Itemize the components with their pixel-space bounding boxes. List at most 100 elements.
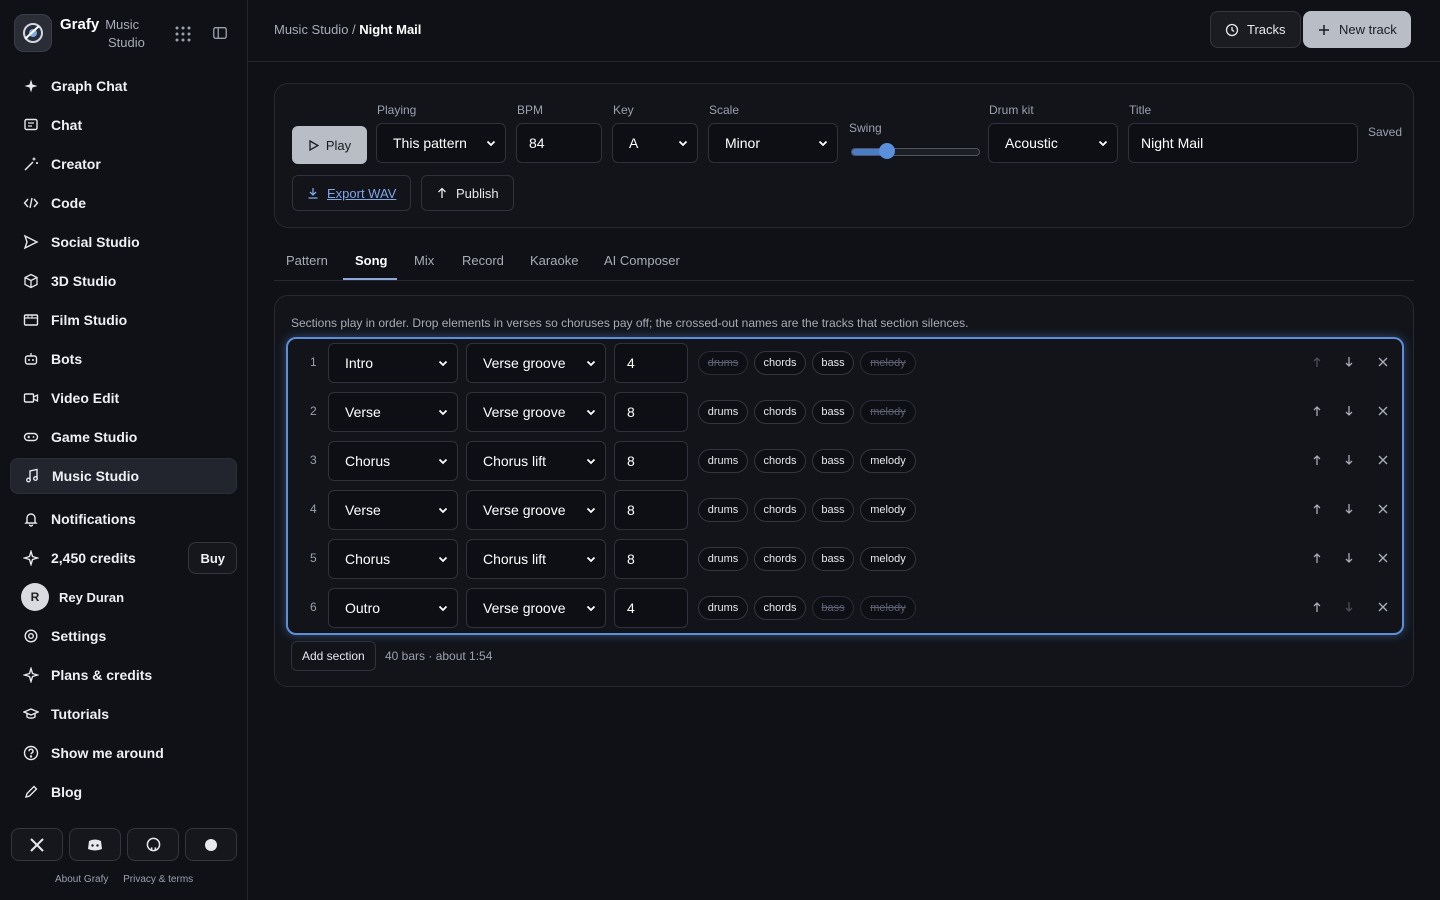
- section-type-select[interactable]: Chorus: [328, 539, 458, 579]
- track-toggle-drums[interactable]: drums: [698, 596, 748, 620]
- community-social-button[interactable]: [185, 828, 237, 861]
- sidebar-item-credits[interactable]: 2,450 credits Buy: [10, 540, 237, 576]
- key-select[interactable]: A: [612, 123, 698, 163]
- add-section-button[interactable]: Add section: [291, 641, 376, 671]
- track-toggle-melody[interactable]: melody: [860, 449, 916, 473]
- section-bars-input[interactable]: 4: [614, 343, 688, 383]
- track-toggle-bass[interactable]: bass: [812, 547, 854, 571]
- x-social-button[interactable]: [11, 828, 63, 861]
- section-type-select[interactable]: Intro: [328, 343, 458, 383]
- sidebar-item-video-edit[interactable]: Video Edit: [10, 380, 237, 416]
- breadcrumb-parent[interactable]: Music Studio: [274, 22, 348, 37]
- track-toggle-bass[interactable]: bass: [812, 596, 854, 620]
- drumkit-select[interactable]: Acoustic: [988, 123, 1118, 163]
- track-toggle-chords[interactable]: chords: [754, 400, 806, 424]
- move-down-icon[interactable]: [1342, 502, 1356, 516]
- track-toggle-bass[interactable]: bass: [812, 351, 854, 375]
- sidebar-item-chat[interactable]: Chat: [10, 107, 237, 143]
- tab-pattern[interactable]: Pattern: [286, 253, 328, 268]
- privacy-link[interactable]: Privacy & terms: [123, 874, 193, 885]
- sidebar-item-tour[interactable]: Show me around: [10, 735, 237, 771]
- section-bars-input[interactable]: 8: [614, 392, 688, 432]
- about-link[interactable]: About Grafy: [55, 874, 108, 885]
- new-track-button[interactable]: New track: [1303, 11, 1411, 48]
- tab-ai-composer[interactable]: AI Composer: [604, 253, 680, 268]
- tracks-button[interactable]: Tracks: [1210, 11, 1301, 48]
- remove-section-icon[interactable]: [1376, 355, 1390, 369]
- sidebar-item-graph-chat[interactable]: Graph Chat: [10, 68, 237, 104]
- sidebar-item-game-studio[interactable]: Game Studio: [10, 419, 237, 455]
- sidebar-item-plans[interactable]: Plans & credits: [10, 657, 237, 693]
- track-toggle-chords[interactable]: chords: [754, 351, 806, 375]
- remove-section-icon[interactable]: [1376, 551, 1390, 565]
- move-down-icon[interactable]: [1342, 600, 1356, 614]
- discord-social-button[interactable]: [69, 828, 121, 861]
- track-toggle-melody[interactable]: melody: [860, 498, 916, 522]
- section-pattern-select[interactable]: Verse groove: [466, 343, 606, 383]
- swing-slider-track[interactable]: [851, 148, 980, 156]
- track-toggle-bass[interactable]: bass: [812, 498, 854, 522]
- track-toggle-chords[interactable]: chords: [754, 498, 806, 522]
- sidebar-item-blog[interactable]: Blog: [10, 774, 237, 810]
- tab-song[interactable]: Song: [355, 253, 388, 268]
- track-toggle-bass[interactable]: bass: [812, 449, 854, 473]
- move-up-icon[interactable]: [1310, 600, 1324, 614]
- section-pattern-select[interactable]: Verse groove: [466, 392, 606, 432]
- remove-section-icon[interactable]: [1376, 404, 1390, 418]
- scale-select[interactable]: Minor: [708, 123, 838, 163]
- publish-button[interactable]: Publish: [421, 175, 514, 211]
- track-toggle-chords[interactable]: chords: [754, 449, 806, 473]
- move-up-icon[interactable]: [1310, 453, 1324, 467]
- section-type-select[interactable]: Outro: [328, 588, 458, 628]
- track-toggle-melody[interactable]: melody: [860, 596, 916, 620]
- move-down-icon[interactable]: [1342, 551, 1356, 565]
- github-social-button[interactable]: [127, 828, 179, 861]
- move-up-icon[interactable]: [1310, 404, 1324, 418]
- sidebar-toggle-icon[interactable]: [212, 25, 230, 43]
- section-bars-input[interactable]: 8: [614, 441, 688, 481]
- apps-grid-icon[interactable]: [174, 25, 192, 43]
- track-toggle-chords[interactable]: chords: [754, 547, 806, 571]
- section-pattern-select[interactable]: Chorus lift: [466, 539, 606, 579]
- sidebar-item-creator[interactable]: Creator: [10, 146, 237, 182]
- track-toggle-drums[interactable]: drums: [698, 351, 748, 375]
- section-bars-input[interactable]: 8: [614, 490, 688, 530]
- section-type-select[interactable]: Verse: [328, 392, 458, 432]
- section-type-select[interactable]: Verse: [328, 490, 458, 530]
- brand[interactable]: Grafy Music Studio: [14, 14, 145, 52]
- sidebar-item-social-studio[interactable]: Social Studio: [10, 224, 237, 260]
- section-pattern-select[interactable]: Verse groove: [466, 588, 606, 628]
- buy-credits-button[interactable]: Buy: [188, 542, 237, 574]
- track-toggle-drums[interactable]: drums: [698, 498, 748, 522]
- sidebar-item-code[interactable]: Code: [10, 185, 237, 221]
- track-toggle-drums[interactable]: drums: [698, 547, 748, 571]
- sidebar-item-3d-studio[interactable]: 3D Studio: [10, 263, 237, 299]
- export-wav-button[interactable]: Export WAV: [292, 175, 412, 211]
- move-down-icon[interactable]: [1342, 453, 1356, 467]
- sidebar-item-tutorials[interactable]: Tutorials: [10, 696, 237, 732]
- remove-section-icon[interactable]: [1376, 600, 1390, 614]
- swing-slider-thumb[interactable]: [878, 143, 895, 159]
- sidebar-item-music-studio[interactable]: Music Studio: [10, 458, 237, 494]
- move-down-icon[interactable]: [1342, 355, 1356, 369]
- move-up-icon[interactable]: [1310, 502, 1324, 516]
- remove-section-icon[interactable]: [1376, 453, 1390, 467]
- tab-karaoke[interactable]: Karaoke: [530, 253, 578, 268]
- section-pattern-select[interactable]: Chorus lift: [466, 441, 606, 481]
- track-toggle-chords[interactable]: chords: [754, 596, 806, 620]
- sidebar-item-film-studio[interactable]: Film Studio: [10, 302, 237, 338]
- play-button[interactable]: Play: [292, 126, 367, 164]
- track-toggle-bass[interactable]: bass: [812, 400, 854, 424]
- track-toggle-drums[interactable]: drums: [698, 449, 748, 473]
- track-toggle-melody[interactable]: melody: [860, 351, 916, 375]
- sidebar-item-notifications[interactable]: Notifications: [10, 501, 237, 537]
- sidebar-item-user[interactable]: R Rey Duran: [10, 579, 237, 615]
- title-input[interactable]: Night Mail: [1128, 123, 1358, 163]
- section-bars-input[interactable]: 4: [614, 588, 688, 628]
- move-up-icon[interactable]: [1310, 355, 1324, 369]
- tab-record[interactable]: Record: [462, 253, 504, 268]
- track-toggle-drums[interactable]: drums: [698, 400, 748, 424]
- track-toggle-melody[interactable]: melody: [860, 400, 916, 424]
- section-type-select[interactable]: Chorus: [328, 441, 458, 481]
- sidebar-item-settings[interactable]: Settings: [10, 618, 237, 654]
